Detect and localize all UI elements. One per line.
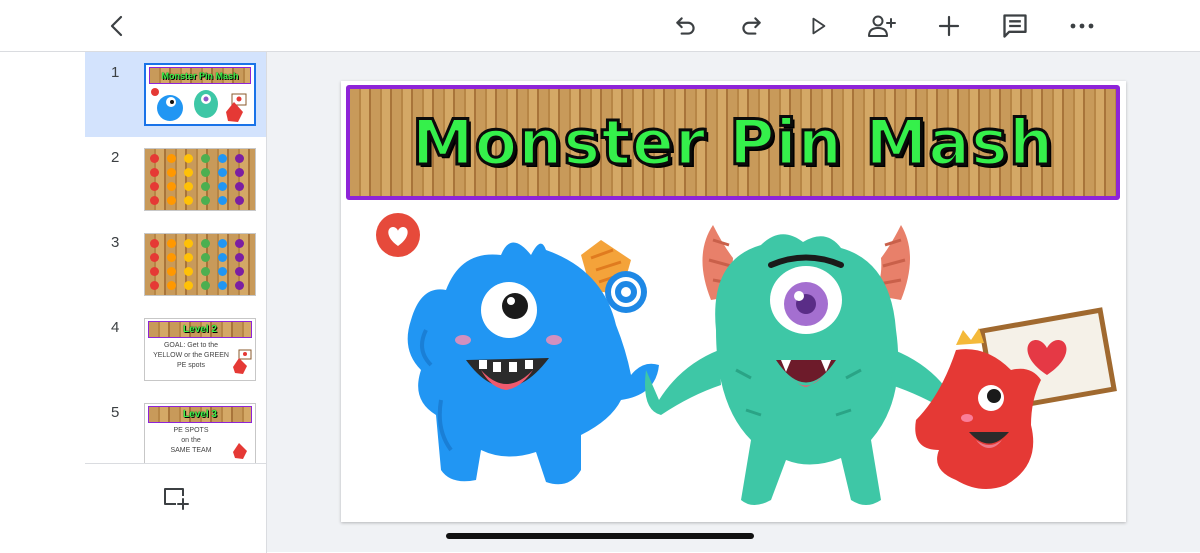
thumb-title: Level 2 — [148, 321, 252, 338]
thumb-title: Level 3 — [148, 406, 252, 423]
slide-thumbnail-5[interactable]: 5 Level 3 PE SPOTS on the SAME TEAM — [85, 392, 266, 463]
insert-button[interactable] — [931, 8, 967, 44]
thumb-body-text: GOAL: Get to the YELLOW or the GREEN PE … — [153, 342, 229, 369]
share-button[interactable] — [864, 8, 900, 44]
slide-title[interactable]: Monster Pin Mash — [410, 105, 1054, 181]
title-banner[interactable]: Monster Pin Mash — [346, 85, 1120, 200]
slide-thumbnail-3[interactable]: 3 — [85, 222, 266, 307]
undo-icon — [676, 17, 695, 35]
slide-canvas[interactable]: Monster Pin Mash — [267, 52, 1200, 552]
comment-icon — [1003, 14, 1027, 38]
present-button[interactable] — [800, 8, 836, 44]
slide-preview — [144, 233, 256, 296]
redo-button[interactable] — [733, 8, 769, 44]
slide-number: 4 — [111, 319, 120, 336]
back-button[interactable] — [100, 8, 136, 44]
slide-number: 5 — [111, 404, 120, 421]
blue-monster-illustration — [407, 240, 659, 485]
more-icon — [1070, 23, 1094, 29]
monsters-thumb-image — [151, 88, 247, 122]
add-icon — [938, 15, 960, 37]
slide-preview: Level 3 PE SPOTS on the SAME TEAM — [144, 403, 256, 463]
slide-thumbnail-1[interactable]: 1 Monster Pin Mash — [85, 52, 266, 137]
more-options-button[interactable] — [1064, 8, 1100, 44]
red-monster-thumb-image — [233, 349, 252, 374]
thumb-title: Monster Pin Mash — [149, 67, 251, 84]
slide-number: 1 — [111, 64, 120, 81]
thumb-body-text: PE SPOTS on the SAME TEAM — [170, 427, 212, 454]
slide-preview — [144, 148, 256, 211]
current-slide[interactable]: Monster Pin Mash — [341, 81, 1126, 522]
slide-number: 3 — [111, 234, 120, 251]
heart-bubble-icon — [376, 213, 420, 257]
slide-preview: Level 2 GOAL: Get to the YELLOW or the G… — [144, 318, 256, 381]
slide-thumbnail-4[interactable]: 4 Level 2 GOAL: Get to the YELLOW or the… — [85, 307, 266, 392]
undo-button[interactable] — [668, 8, 704, 44]
slide-filmstrip[interactable]: 1 Monster Pin Mash 2 3 4 Level 2 GOAL: G… — [85, 52, 267, 463]
new-slide-button[interactable] — [158, 480, 194, 516]
share-icon — [868, 15, 896, 37]
teal-monster-illustration — [645, 225, 967, 505]
comments-button[interactable] — [997, 8, 1033, 44]
home-indicator — [446, 533, 754, 539]
red-monster-thumb-image — [233, 443, 247, 459]
slide-preview: Monster Pin Mash — [144, 63, 256, 126]
new-slide-icon — [164, 488, 189, 510]
redo-icon — [742, 17, 761, 35]
filmstrip-footer — [85, 463, 267, 553]
slide-number: 2 — [111, 149, 120, 166]
back-icon — [110, 15, 123, 37]
slide-thumbnail-2[interactable]: 2 — [85, 137, 266, 222]
top-toolbar — [0, 0, 1200, 52]
monsters-image[interactable] — [341, 200, 1126, 522]
play-icon — [812, 17, 826, 35]
